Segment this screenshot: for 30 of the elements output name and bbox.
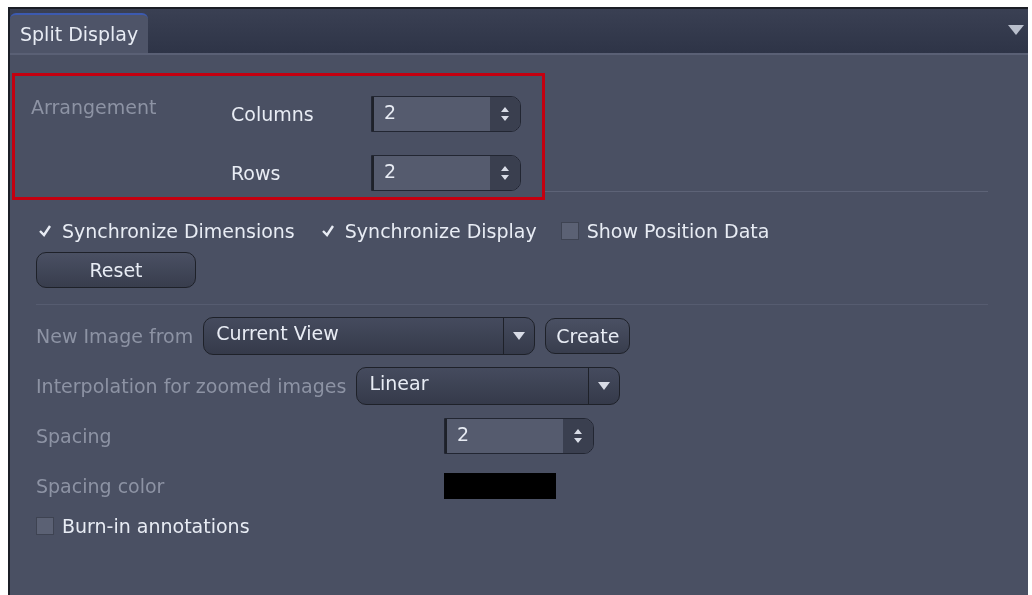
checkbox[interactable]: [560, 222, 579, 240]
reset-button[interactable]: Reset: [36, 252, 196, 288]
field-label: Spacing color: [36, 475, 166, 497]
spin-arrows-icon: [573, 428, 583, 444]
field-label: Spacing: [36, 425, 113, 447]
caret-icon: [513, 332, 526, 340]
spin-field[interactable]: 2: [444, 418, 594, 454]
checkbox-label: Burn-in annotations: [62, 515, 250, 537]
checkbox-label: Synchronize Display: [344, 220, 537, 242]
dropdown[interactable]: Current View: [203, 317, 536, 355]
spin-field[interactable]: 2: [371, 154, 521, 191]
spin-field[interactable]: 2: [371, 96, 521, 133]
checkbox[interactable]: [36, 517, 54, 535]
tab[interactable]: Split Display: [10, 13, 149, 53]
dropdown-arrow-icon: [1008, 25, 1024, 35]
create-button[interactable]: Create: [545, 318, 631, 354]
spin-arrows-icon: [500, 164, 510, 181]
field-label: New Image from: [36, 325, 194, 347]
field-label: Rows: [231, 161, 282, 184]
check-icon: [320, 224, 335, 238]
section-label: Arrangement: [31, 95, 158, 120]
field-label: Interpolation for zoomed images: [36, 375, 347, 397]
caret-icon: [598, 382, 611, 390]
color-swatch[interactable]: [444, 473, 556, 499]
checkbox-label: Show Position Data: [586, 220, 770, 242]
check-icon: [38, 224, 52, 238]
field-label: Columns: [231, 103, 315, 126]
spin-arrows-icon: [500, 106, 510, 123]
checkbox-label: Synchronize Dimensions: [62, 220, 295, 242]
dropdown[interactable]: Linear: [356, 367, 621, 405]
